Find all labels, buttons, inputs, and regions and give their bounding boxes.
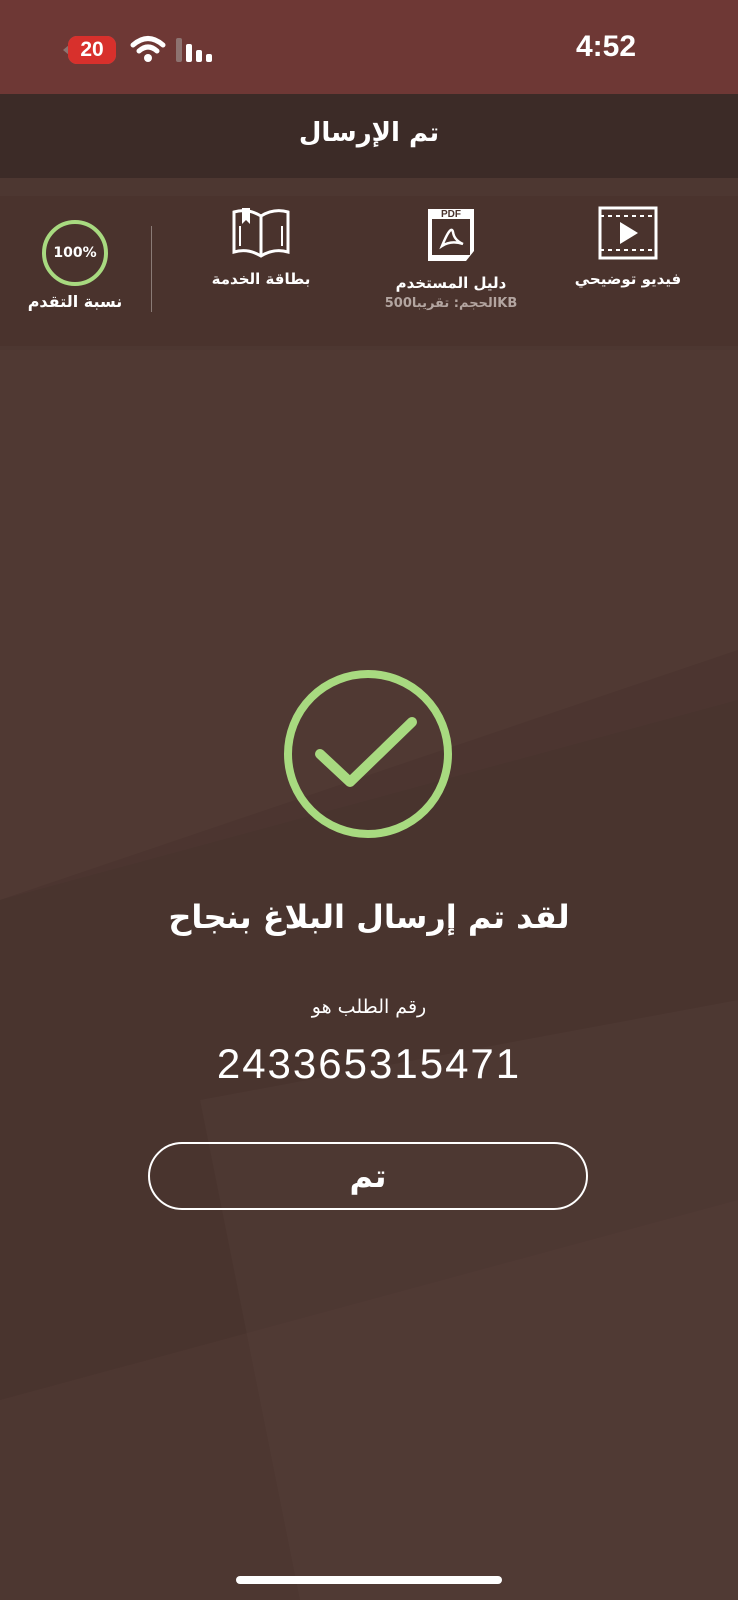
status-time: 4:52 bbox=[575, 30, 636, 63]
video-tutorial-button[interactable]: فيديو توضيحي bbox=[568, 206, 688, 288]
done-button[interactable]: تم bbox=[148, 1142, 588, 1210]
user-guide-button[interactable]: PDF دليل المستخدم الحجم: تقريبا500KB bbox=[366, 206, 536, 311]
page-title: تم الإرسال bbox=[298, 118, 440, 148]
success-check-icon bbox=[284, 670, 452, 838]
service-card-button[interactable]: بطاقة الخدمة bbox=[196, 206, 326, 288]
wifi-icon bbox=[130, 36, 166, 62]
order-number: 243365315471 bbox=[216, 1040, 522, 1087]
pdf-file-icon: PDF bbox=[428, 209, 474, 261]
open-book-icon bbox=[232, 208, 290, 258]
header: تم الإرسال bbox=[0, 94, 738, 178]
tools-divider bbox=[151, 226, 152, 312]
cellular-signal-icon bbox=[176, 38, 212, 62]
status-bar: 20 4:52 bbox=[0, 0, 738, 94]
success-message: لقد تم إرسال البلاغ بنجاح bbox=[168, 898, 570, 936]
tools-bar: فيديو توضيحي PDF دليل المستخدم الحجم: تق… bbox=[0, 196, 738, 346]
user-guide-label: دليل المستخدم bbox=[395, 274, 507, 292]
pdf-icon-text: PDF bbox=[441, 209, 461, 220]
progress-ring: 100% bbox=[42, 220, 108, 286]
video-play-icon bbox=[598, 206, 658, 260]
progress-indicator: 100% نسبة التقدم bbox=[10, 220, 140, 311]
video-tutorial-label: فيديو توضيحي bbox=[574, 270, 682, 288]
progress-label: نسبة التقدم bbox=[27, 292, 123, 311]
home-indicator[interactable] bbox=[236, 1576, 502, 1584]
battery-level: 20 bbox=[80, 38, 104, 61]
user-guide-size: الحجم: تقريبا500KB bbox=[384, 296, 518, 311]
service-card-label: بطاقة الخدمة bbox=[211, 270, 311, 288]
order-number-label: رقم الطلب هو bbox=[311, 996, 427, 1018]
battery-indicator: 20 bbox=[68, 36, 116, 64]
